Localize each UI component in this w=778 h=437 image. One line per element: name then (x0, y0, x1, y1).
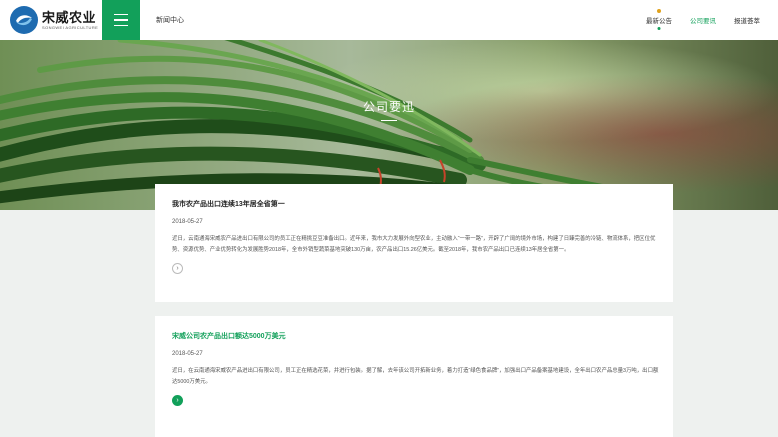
article-card: 我市农产品出口连续13年居全省第一 2018-05-27 近日，云南通海宋威农产… (155, 184, 673, 302)
title-underline (381, 120, 397, 121)
article-summary: 近日，在云南通海宋威农产品进出口有限公司，员工正在精选花菜，并进行包装。据了解，… (172, 368, 659, 385)
nav-item-company-news[interactable]: 公司要讯 (690, 0, 716, 40)
banner-title: 公司要迅 (362, 100, 415, 114)
chevron-right-icon: › (176, 397, 179, 404)
logo-name: 宋威农业 (42, 9, 97, 25)
breadcrumb[interactable]: 新闻中心 (156, 15, 184, 25)
hamburger-icon (114, 13, 128, 16)
site-header: 宋威农业 SONGWEI AGRICULTURE 新闻中心 最新公告 公司要讯 … (0, 0, 778, 40)
chevron-right-icon: › (176, 265, 179, 272)
read-more-button[interactable]: › (172, 263, 183, 274)
logo-text: 宋威农业 SONGWEI AGRICULTURE (42, 10, 98, 31)
menu-button[interactable] (102, 0, 140, 40)
article-date: 2018-05-27 (172, 351, 203, 357)
sub-nav: 最新公告 公司要讯 报道荟萃 (628, 0, 778, 40)
article-title[interactable]: 我市农产品出口连续13年居全省第一 (172, 200, 656, 210)
article-card: 宋威公司农产品出口额达5000万美元 2018-05-27 近日，在云南通海宋威… (155, 316, 673, 437)
article-date: 2018-05-27 (172, 219, 203, 225)
article-title[interactable]: 宋威公司农产品出口额达5000万美元 (172, 332, 656, 342)
nav-item-latest-notice[interactable]: 最新公告 (646, 0, 672, 40)
logo[interactable]: 宋威农业 SONGWEI AGRICULTURE (0, 0, 102, 40)
logo-english: SONGWEI AGRICULTURE (42, 24, 99, 30)
logo-emblem-icon (10, 6, 38, 34)
nav-item-reports[interactable]: 报道荟萃 (734, 0, 760, 40)
active-dot (657, 27, 661, 30)
read-more-button[interactable]: › (172, 395, 183, 406)
notice-marker-icon (657, 9, 661, 13)
article-summary: 近日，云南通海宋威农产品进出口有限公司的员工正在精挑豆豆准备出口。近年来，我市大… (172, 236, 656, 253)
